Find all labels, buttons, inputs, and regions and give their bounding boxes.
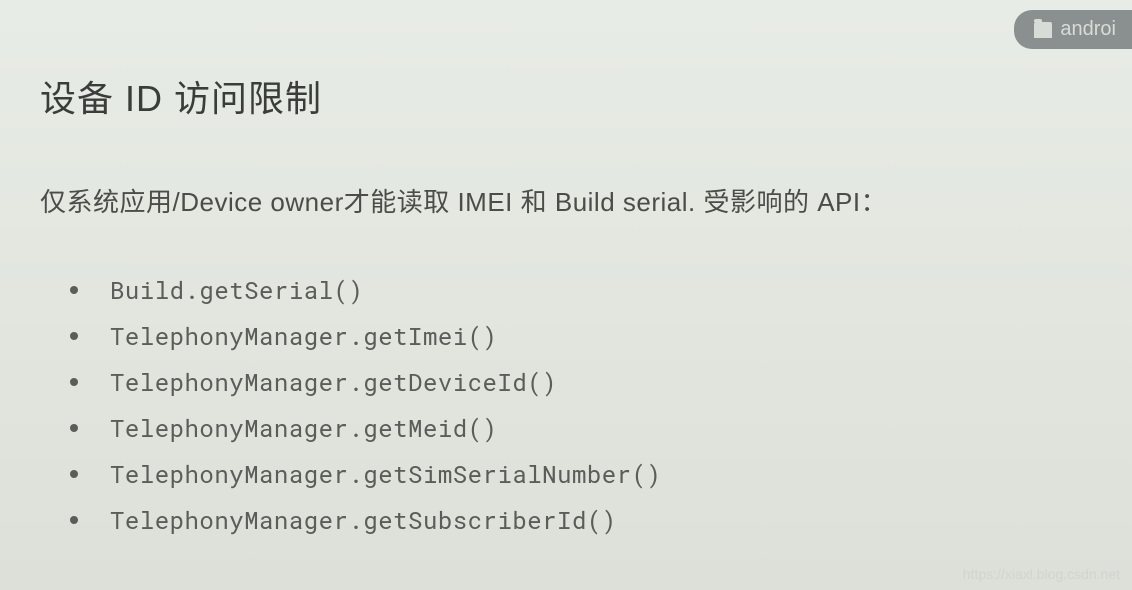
api-code: TelephonyManager.getImei() [110, 320, 497, 352]
slide-subtitle: 仅系统应用/Device owner才能读取 IMEI 和 Build seri… [40, 182, 1092, 219]
slide-title: 设备 ID 访问限制 [40, 70, 1092, 122]
api-code: TelephonyManager.getSimSerialNumber() [110, 458, 661, 490]
api-code: TelephonyManager.getDeviceId() [110, 366, 557, 398]
badge-label: androi [1060, 18, 1116, 41]
list-item: TelephonyManager.getSubscriberId() [70, 504, 1092, 536]
slide-content: 设备 ID 访问限制 仅系统应用/Device owner才能读取 IMEI 和… [0, 0, 1132, 590]
list-item: TelephonyManager.getDeviceId() [70, 366, 1092, 398]
list-item: TelephonyManager.getMeid() [70, 412, 1092, 444]
watermark: https://xiaxl.blog.csdn.net [963, 566, 1120, 582]
api-list: Build.getSerial() TelephonyManager.getIm… [40, 274, 1092, 536]
api-code: TelephonyManager.getMeid() [110, 412, 497, 444]
api-code: TelephonyManager.getSubscriberId() [110, 504, 617, 536]
list-item: TelephonyManager.getImei() [70, 320, 1092, 352]
folder-icon [1034, 22, 1052, 38]
list-item: TelephonyManager.getSimSerialNumber() [70, 458, 1092, 490]
list-item: Build.getSerial() [70, 274, 1092, 306]
api-code: Build.getSerial() [110, 274, 363, 306]
android-badge: androi [1014, 10, 1132, 49]
